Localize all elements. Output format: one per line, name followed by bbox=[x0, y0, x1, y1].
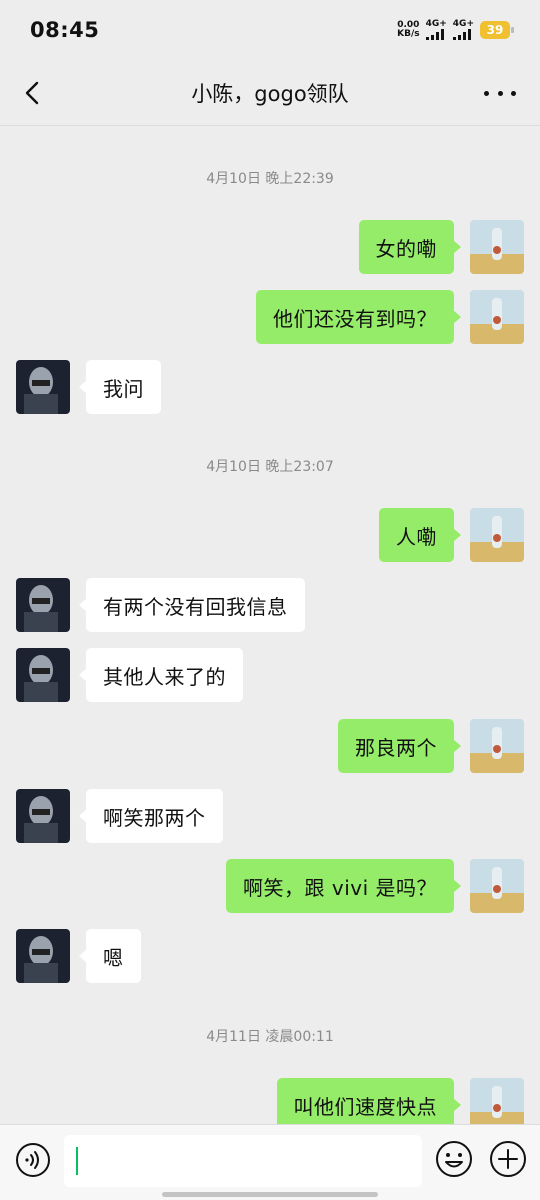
message-input[interactable] bbox=[64, 1135, 422, 1187]
message-row: 有两个没有回我信息 bbox=[0, 578, 540, 632]
message-bubble[interactable]: 啊笑，跟 vivi 是吗？ bbox=[226, 859, 461, 913]
my-avatar[interactable] bbox=[470, 719, 524, 773]
input-bar bbox=[0, 1124, 540, 1200]
timestamp: 4月11日 凌晨00:11 bbox=[206, 1029, 334, 1045]
message-row: 女的嘞 bbox=[0, 220, 540, 274]
battery-icon: 39 bbox=[480, 21, 514, 39]
timestamp: 4月10日 晚上22:39 bbox=[206, 171, 334, 187]
more-dots-icon[interactable] bbox=[484, 82, 516, 104]
message-row: 嗯 bbox=[0, 929, 540, 983]
signal-2-label: 4G+ bbox=[452, 19, 474, 29]
message-row: 人嘞 bbox=[0, 508, 540, 562]
contact-avatar[interactable] bbox=[16, 648, 70, 702]
my-avatar[interactable] bbox=[470, 220, 524, 274]
signal-1-label: 4G+ bbox=[425, 19, 447, 29]
plus-circle-icon[interactable] bbox=[488, 1139, 528, 1179]
battery-level: 39 bbox=[486, 23, 504, 37]
chevron-left-icon[interactable] bbox=[18, 78, 48, 108]
signal-bars-icon bbox=[425, 29, 444, 40]
message-row: 叫他们速度快点 bbox=[0, 1078, 540, 1124]
message-bubble[interactable]: 叫他们速度快点 bbox=[276, 1078, 461, 1124]
net-speed-unit: KB/s bbox=[397, 29, 420, 39]
my-avatar[interactable] bbox=[470, 290, 524, 344]
my-avatar[interactable] bbox=[470, 1078, 524, 1124]
message-row: 啊笑，跟 vivi 是吗？ bbox=[0, 859, 540, 913]
message-bubble[interactable]: 我问 bbox=[79, 360, 161, 414]
chat-messages[interactable]: 4月10日 晚上22:39 女的嘞 他们还没有到吗？ 我问 4月10日 晚上23… bbox=[0, 126, 540, 1124]
net-speed: 0.00 KB/s bbox=[397, 21, 419, 39]
message-bubble[interactable]: 人嘞 bbox=[379, 508, 461, 562]
message-bubble[interactable]: 他们还没有到吗？ bbox=[256, 290, 461, 344]
status-bar: 08:45 0.00 KB/s 4G+ 4G+ 39 bbox=[0, 0, 540, 60]
emoji-icon[interactable] bbox=[434, 1139, 474, 1179]
text-caret bbox=[76, 1147, 78, 1175]
message-row: 那良两个 bbox=[0, 719, 540, 773]
message-bubble[interactable]: 嗯 bbox=[79, 929, 141, 983]
status-time: 08:45 bbox=[30, 18, 100, 42]
message-bubble[interactable]: 其他人来了的 bbox=[79, 648, 243, 702]
signal-1: 4G+ bbox=[425, 19, 447, 40]
home-indicator[interactable] bbox=[162, 1192, 378, 1197]
message-bubble[interactable]: 那良两个 bbox=[338, 719, 461, 773]
status-icons: 0.00 KB/s 4G+ 4G+ 39 bbox=[397, 19, 514, 40]
chat-title: 小陈，gogo领队 bbox=[191, 81, 349, 106]
message-bubble[interactable]: 有两个没有回我信息 bbox=[79, 578, 305, 632]
contact-avatar[interactable] bbox=[16, 578, 70, 632]
contact-avatar[interactable] bbox=[16, 929, 70, 983]
signal-2: 4G+ bbox=[452, 19, 474, 40]
signal-bars-icon bbox=[452, 29, 471, 40]
contact-avatar[interactable] bbox=[16, 360, 70, 414]
message-bubble[interactable]: 啊笑那两个 bbox=[79, 789, 223, 843]
message-bubble[interactable]: 女的嘞 bbox=[358, 220, 461, 274]
message-row: 他们还没有到吗？ bbox=[0, 290, 540, 344]
message-row: 啊笑那两个 bbox=[0, 789, 540, 843]
my-avatar[interactable] bbox=[470, 859, 524, 913]
voice-icon[interactable] bbox=[14, 1141, 52, 1179]
message-row: 其他人来了的 bbox=[0, 648, 540, 702]
message-row: 我问 bbox=[0, 360, 540, 414]
chat-header: 小陈，gogo领队 bbox=[0, 60, 540, 126]
timestamp: 4月10日 晚上23:07 bbox=[206, 459, 334, 475]
my-avatar[interactable] bbox=[470, 508, 524, 562]
contact-avatar[interactable] bbox=[16, 789, 70, 843]
